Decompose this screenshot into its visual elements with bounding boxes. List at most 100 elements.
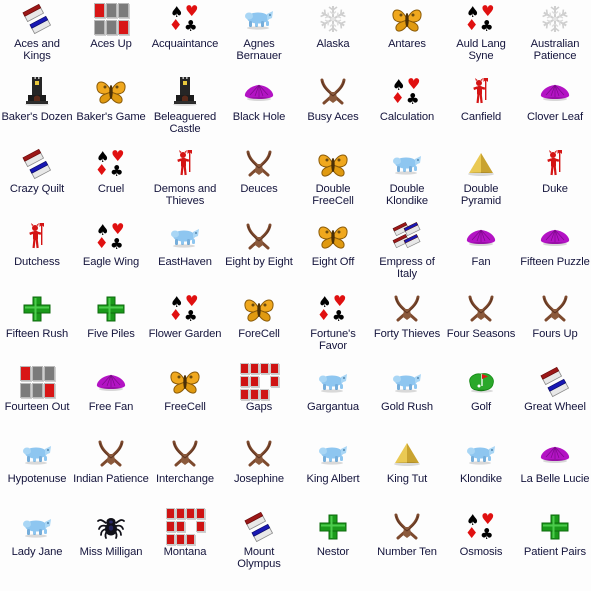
- game-item[interactable]: ♠ ♥ ♦ ♣ Auld Lang Syne: [444, 0, 518, 73]
- game-item[interactable]: Gold Rush: [370, 363, 444, 436]
- butterfly-icon: [167, 365, 203, 399]
- game-item[interactable]: Montana: [148, 508, 222, 581]
- game-item[interactable]: Demons and Thieves: [148, 145, 222, 218]
- game-item[interactable]: Australian Patience: [518, 0, 591, 73]
- blue-bear-icon: [19, 437, 55, 471]
- game-item[interactable]: Deuces: [222, 145, 296, 218]
- game-item[interactable]: Hypotenuse: [0, 435, 74, 508]
- game-item[interactable]: Gargantua: [296, 363, 370, 436]
- game-item[interactable]: Empress of Italy: [370, 218, 444, 291]
- svg-text:♦: ♦: [95, 234, 108, 252]
- game-item-label: Interchange: [156, 473, 214, 485]
- game-item[interactable]: ♠ ♥ ♦ ♣ Flower Garden: [148, 290, 222, 363]
- game-item[interactable]: ♠ ♥ ♦ ♣ Fortune's Favor: [296, 290, 370, 363]
- game-item[interactable]: Forty Thieves: [370, 290, 444, 363]
- crossed-antlers-icon: [93, 437, 129, 471]
- game-item[interactable]: Duke: [518, 145, 591, 218]
- purple-fan-icon: [241, 75, 277, 109]
- game-item[interactable]: Patient Pairs: [518, 508, 591, 581]
- svg-text:♣: ♣: [480, 525, 493, 543]
- game-item[interactable]: Beleaguered Castle: [148, 73, 222, 146]
- game-item[interactable]: Indian Patience: [73, 435, 149, 508]
- game-item[interactable]: Agnes Bernauer: [222, 0, 296, 73]
- svg-text:♦: ♦: [465, 524, 478, 542]
- game-item[interactable]: King Tut: [370, 435, 444, 508]
- game-item[interactable]: Fifteen Rush: [0, 290, 74, 363]
- game-item[interactable]: Interchange: [148, 435, 222, 508]
- game-item-label: Eight by Eight: [225, 255, 293, 268]
- game-item[interactable]: Josephine: [222, 435, 296, 508]
- game-item[interactable]: Double FreeCell: [296, 145, 370, 218]
- game-item[interactable]: ForeCell: [222, 290, 296, 363]
- game-item[interactable]: ♠ ♥ ♦ ♣ Cruel: [74, 145, 148, 218]
- game-item[interactable]: La Belle Lucie: [518, 435, 591, 508]
- pyramid-icon: [463, 147, 499, 181]
- game-item[interactable]: ♠ ♥ ♦ ♣ Osmosis: [444, 508, 518, 581]
- game-item[interactable]: Clover Leaf: [518, 73, 591, 146]
- game-item[interactable]: Miss Milligan: [74, 508, 148, 581]
- svg-text:♦: ♦: [317, 306, 330, 324]
- game-item-label: Number Ten: [377, 545, 437, 558]
- crossed-antlers-icon: [167, 437, 203, 471]
- gaps-grid-icon: [240, 363, 279, 400]
- game-item[interactable]: FreeCell: [148, 363, 222, 436]
- game-item[interactable]: Double Pyramid: [444, 145, 518, 218]
- red-devil-icon: [19, 220, 55, 254]
- butterfly-icon: [93, 75, 129, 109]
- crossed-antlers-icon: [241, 220, 277, 254]
- game-item[interactable]: Baker's Dozen: [0, 73, 74, 146]
- blue-bear-icon: [389, 365, 425, 399]
- game-item[interactable]: Great Wheel: [518, 363, 591, 436]
- game-item-label: Osmosis: [459, 545, 503, 558]
- crossed-antlers-icon: [537, 292, 573, 326]
- game-item[interactable]: Gaps: [222, 363, 296, 436]
- game-item[interactable]: Dutchess: [0, 218, 74, 291]
- game-item[interactable]: Mount Olympus: [222, 508, 296, 581]
- game-item[interactable]: Golf: [444, 363, 518, 436]
- game-item[interactable]: King Albert: [296, 435, 370, 508]
- game-item-label: Baker's Game: [76, 110, 146, 123]
- game-item[interactable]: Eight by Eight: [222, 218, 296, 291]
- game-item[interactable]: Eight Off: [296, 218, 370, 291]
- game-item[interactable]: Double Klondike: [370, 145, 444, 218]
- game-item-label: Empress of Italy: [379, 255, 435, 280]
- four-suits-icon: ♠ ♥ ♦ ♣: [167, 2, 203, 36]
- svg-text:♣: ♣: [480, 17, 493, 35]
- game-item-label: King Albert: [306, 473, 360, 485]
- svg-text:♣: ♣: [110, 235, 123, 253]
- game-item[interactable]: Canfield: [444, 73, 518, 146]
- game-item[interactable]: Aces Up: [74, 0, 148, 73]
- game-item-label: Auld Lang Syne: [456, 38, 506, 63]
- game-item-label: Fan: [471, 255, 491, 268]
- game-item[interactable]: Alaska: [296, 0, 370, 73]
- game-item[interactable]: Five Piles: [74, 290, 148, 363]
- four-suits-icon: ♠ ♥ ♦ ♣: [389, 75, 425, 109]
- game-item[interactable]: Baker's Game: [74, 73, 148, 146]
- game-item[interactable]: Fan: [444, 218, 518, 291]
- game-item[interactable]: Antares: [370, 0, 444, 73]
- game-item[interactable]: EastHaven: [148, 218, 222, 291]
- game-item[interactable]: Fifteen Puzzle: [518, 218, 591, 291]
- game-item-label: Forty Thieves: [373, 328, 441, 340]
- game-item-label: Golf: [470, 400, 492, 413]
- game-item[interactable]: Aces and Kings: [0, 0, 74, 73]
- game-item[interactable]: Four Seasons: [444, 290, 518, 363]
- game-item[interactable]: ♠ ♥ ♦ ♣ Eagle Wing: [74, 218, 148, 291]
- game-item[interactable]: Fours Up: [518, 290, 591, 363]
- game-item[interactable]: ♠ ♥ ♦ ♣ Calculation: [370, 73, 444, 146]
- svg-text:♦: ♦: [465, 16, 478, 34]
- crossed-antlers-icon: [389, 510, 425, 544]
- game-item[interactable]: Black Hole: [222, 73, 296, 146]
- game-item[interactable]: Busy Aces: [296, 73, 370, 146]
- game-item[interactable]: Free Fan: [74, 363, 148, 436]
- game-item[interactable]: Fourteen Out: [0, 363, 74, 436]
- game-item[interactable]: Nestor: [296, 508, 370, 581]
- game-item-label: Beleaguered Castle: [153, 110, 217, 135]
- game-item[interactable]: Lady Jane: [0, 508, 74, 581]
- game-item[interactable]: Klondike: [444, 435, 518, 508]
- game-item[interactable]: Crazy Quilt: [0, 145, 74, 218]
- game-item[interactable]: Number Ten: [370, 508, 444, 581]
- golf-green-icon: [463, 365, 499, 399]
- game-item[interactable]: ♠ ♥ ♦ ♣ Acquaintance: [148, 0, 222, 73]
- game-item-label: Calculation: [379, 110, 435, 123]
